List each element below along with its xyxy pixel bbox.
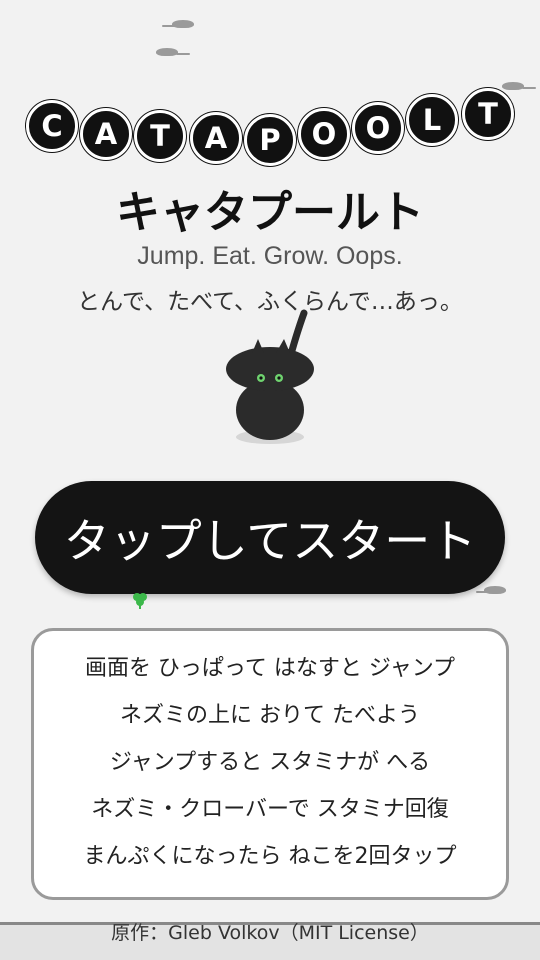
page-title: キャタプールト: [116, 187, 424, 238]
instruction-line: ジャンプすると スタミナが へる: [109, 750, 431, 775]
logo-letter: T: [462, 88, 514, 140]
logo-letter: P: [244, 114, 296, 166]
tagline-english: Jump. Eat. Grow. Oops.: [137, 242, 403, 270]
clover-icon: [133, 593, 147, 609]
instructions-panel: 画面を ひっぱって はなすと ジャンプ ネズミの上に おりて たべよう ジャンプ…: [31, 628, 509, 900]
logo-letter: T: [134, 110, 186, 162]
logo: C A T A P O O L T: [0, 86, 540, 176]
credit-text: 原作：Gleb Volkov（MIT License）: [111, 922, 429, 944]
logo-letter: L: [406, 94, 458, 146]
logo-letter: O: [298, 108, 350, 160]
logo-letter: C: [26, 100, 78, 152]
cat-character[interactable]: [218, 305, 328, 450]
logo-letter: O: [352, 102, 404, 154]
instruction-line: まんぷくになったら ねこを2回タップ: [83, 844, 457, 869]
instruction-line: 画面を ひっぱって はなすと ジャンプ: [84, 656, 456, 681]
logo-letter: A: [80, 108, 132, 160]
instruction-line: ネズミの上に おりて たべよう: [120, 703, 420, 728]
logo-letter: A: [190, 112, 242, 164]
start-button[interactable]: タップしてスタート: [35, 481, 505, 594]
instruction-line: ネズミ・クローバーで スタミナ回復: [91, 797, 449, 822]
